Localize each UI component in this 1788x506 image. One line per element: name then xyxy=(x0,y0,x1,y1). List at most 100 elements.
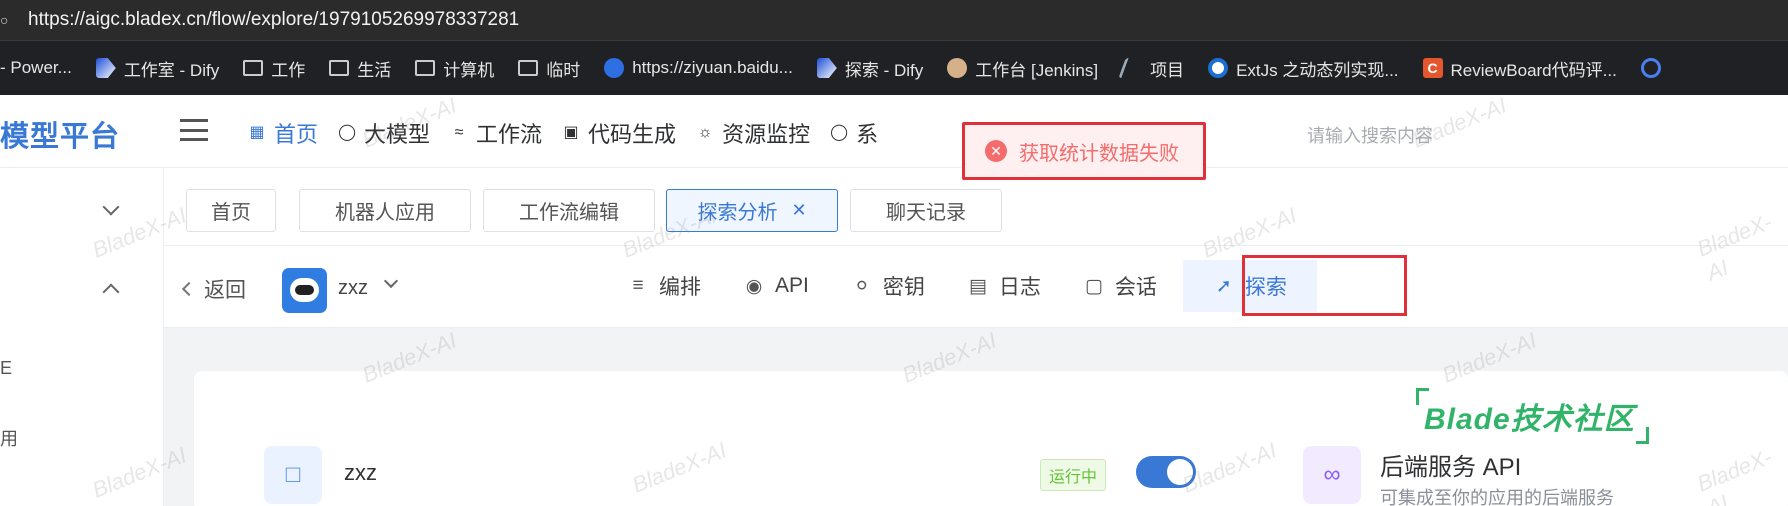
chat-icon: ▢ xyxy=(1084,275,1103,297)
service-toggle[interactable] xyxy=(1136,456,1196,488)
bookmark-folder-computer[interactable]: 计算机 xyxy=(415,56,494,81)
nav-label: 首页 xyxy=(274,122,319,147)
highlight-box xyxy=(1242,255,1407,316)
compass-icon: ➚ xyxy=(1215,275,1232,297)
tab-label: 聊天记录 xyxy=(886,202,966,224)
bookmark-label: ReviewBoard代码评... xyxy=(1450,60,1617,80)
bookmark-jenkins[interactable]: 工作台 [Jenkins] xyxy=(947,56,1098,81)
tab-label: 密钥 xyxy=(882,276,925,299)
reviewboard-icon: C xyxy=(1422,58,1443,78)
app-box-icon: □ xyxy=(264,446,322,504)
bookmark-extjs[interactable]: ExtJs 之动态列实现... xyxy=(1208,56,1399,81)
jenkins-icon xyxy=(947,58,968,78)
bookmark-label: - Power... xyxy=(0,58,72,77)
tab-label: 编排 xyxy=(659,276,701,299)
top-nav: ▦ 首页 ◯ 大模型 ≈ 工作流 ▣ 代码生成 ☼ 资源监控 ◯ 系 xyxy=(246,117,896,149)
app-name[interactable]: zxz xyxy=(338,277,368,300)
bookmark-ziyuan-baidu[interactable]: https://ziyuan.baidu... xyxy=(604,58,793,78)
nav-label: 大模型 xyxy=(364,122,431,147)
bookmark-label: 工作台 [Jenkins] xyxy=(975,60,1099,80)
location-pin-icon: ◉ xyxy=(745,275,763,297)
code-icon: ▣ xyxy=(563,124,579,141)
nav-llm[interactable]: ◯ 大模型 xyxy=(336,117,430,149)
bookmark-label: ExtJs 之动态列实现... xyxy=(1236,60,1399,80)
nav-monitor[interactable]: ☼ 资源监控 xyxy=(694,117,810,149)
bookmark-folder-work[interactable]: 工作 xyxy=(243,56,305,81)
bookmark-label: 探索 - Dify xyxy=(844,60,924,80)
tab-orchestrate[interactable]: ≡ 编排 xyxy=(611,260,717,312)
tab-workflow-edit[interactable]: 工作流编辑 xyxy=(483,189,655,232)
bookmark-label: 项目 xyxy=(1150,60,1185,80)
tab-explore-analysis[interactable]: 探索分析 ✕ xyxy=(666,189,838,232)
app-subheader: 返回 zxz ≡ 编排 ◉ API ⚪ 密钥 ▤ 日志 ▢ 会话 ➚ 探索 xyxy=(164,246,1788,328)
tab-label: 机器人应用 xyxy=(335,202,435,224)
folder-icon xyxy=(415,60,436,76)
bookmark-dify-explore[interactable]: 探索 - Dify xyxy=(816,56,924,81)
platform-logo[interactable]: 模型平台 xyxy=(0,113,120,155)
robot-avatar xyxy=(282,268,327,313)
bookmark-label: 生活 xyxy=(357,60,392,80)
status-badge: 运行中 xyxy=(1040,459,1107,491)
tab-home[interactable]: 首页 xyxy=(186,189,276,232)
error-circle-icon: ✕ xyxy=(985,140,1007,162)
api-title: 后端服务 API xyxy=(1380,454,1522,481)
tab-chat-history[interactable]: 聊天记录 xyxy=(850,189,1002,232)
baidu-paw-icon xyxy=(604,58,625,78)
sliders-icon: ≡ xyxy=(632,275,644,296)
nav-system[interactable]: ◯ 系 xyxy=(828,117,878,149)
bookmark-dify-studio[interactable]: 工作室 - Dify xyxy=(95,56,219,81)
tab-api[interactable]: ◉ API xyxy=(727,260,825,312)
link-icon: ∞ xyxy=(1303,446,1361,504)
ai-icon: ◯ xyxy=(338,124,356,141)
card-app-name: zxz xyxy=(344,460,377,485)
sidebar-item-fragment[interactable]: 用 xyxy=(0,425,18,451)
bookmark-label: 临时 xyxy=(546,60,581,80)
alarm-icon: ☼ xyxy=(697,124,713,141)
search-input[interactable]: 请输入搜索内容 xyxy=(1307,122,1433,148)
close-icon[interactable]: ✕ xyxy=(791,200,806,221)
tab-label: 日志 xyxy=(998,276,1041,299)
nav-home[interactable]: ▦ 首页 xyxy=(246,117,318,149)
folder-icon xyxy=(518,60,539,76)
extjs-icon xyxy=(1208,58,1229,78)
nav-codegen[interactable]: ▣ 代码生成 xyxy=(560,117,676,149)
document-icon: ▤ xyxy=(968,275,987,297)
bookmark-label: https://ziyuan.baidu... xyxy=(632,58,793,77)
chevron-left-icon xyxy=(181,281,197,297)
dify-icon xyxy=(816,58,837,78)
tab-logs[interactable]: ▤ 日志 xyxy=(951,260,1057,312)
back-label: 返回 xyxy=(204,279,246,302)
bookmark-project[interactable]: 项目 xyxy=(1118,56,1185,81)
site-info-icon[interactable]: ○ xyxy=(0,12,18,28)
toast-message: 获取统计数据失败 xyxy=(1019,142,1179,165)
key-icon: ⚪ xyxy=(853,275,870,297)
bookmark-overflow[interactable] xyxy=(1640,58,1669,78)
folder-icon xyxy=(329,60,350,76)
bookmark-label: 计算机 xyxy=(443,60,495,80)
chevron-up-icon[interactable] xyxy=(102,283,120,301)
api-subtitle: 可集成至你的应用的后端服务 xyxy=(1380,488,1614,506)
bookmark-folder-temp[interactable]: 临时 xyxy=(518,56,580,81)
error-toast: ✕ 获取统计数据失败 xyxy=(962,122,1206,180)
bookmark-power[interactable]: - Power... xyxy=(0,58,72,78)
dify-icon xyxy=(95,58,116,78)
back-button[interactable]: 返回 xyxy=(181,274,246,304)
menu-toggle-icon[interactable] xyxy=(180,119,208,141)
tab-label: 探索分析 xyxy=(697,202,778,224)
nav-label: 代码生成 xyxy=(588,122,677,147)
chevron-down-icon[interactable] xyxy=(383,273,399,289)
nav-workflow[interactable]: ≈ 工作流 xyxy=(448,117,542,149)
chevron-down-icon[interactable] xyxy=(102,198,120,216)
app-tabs: ≡ 编排 ◉ API ⚪ 密钥 ▤ 日志 ▢ 会话 ➚ 探索 xyxy=(611,260,1327,312)
tab-keys[interactable]: ⚪ 密钥 xyxy=(835,260,941,312)
bookmark-folder-life[interactable]: 生活 xyxy=(329,56,391,81)
home-nodes-icon: ▦ xyxy=(249,124,265,141)
tab-bot-apps[interactable]: 机器人应用 xyxy=(299,189,471,232)
bookmark-reviewboard[interactable]: C ReviewBoard代码评... xyxy=(1422,56,1617,81)
tab-sessions[interactable]: ▢ 会话 xyxy=(1067,260,1173,312)
browser-address-bar[interactable]: ○ https://aigc.bladex.cn/flow/explore/19… xyxy=(0,0,1788,40)
tab-label: 会话 xyxy=(1114,276,1157,299)
site-globe-icon xyxy=(1640,58,1661,78)
sidebar-item-fragment[interactable]: E xyxy=(0,358,12,379)
nav-label: 系 xyxy=(856,122,879,147)
